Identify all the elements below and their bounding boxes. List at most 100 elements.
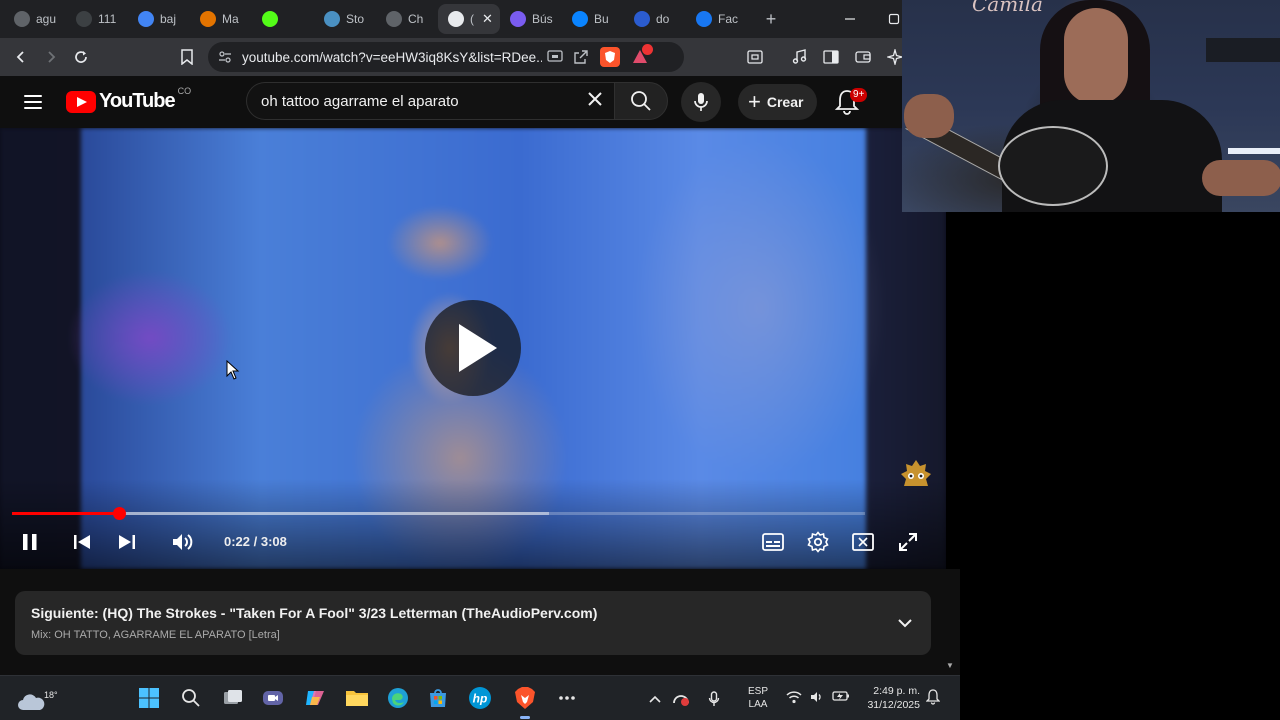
subtitles-icon bbox=[762, 533, 784, 551]
expand-playlist-button[interactable] bbox=[895, 613, 915, 633]
create-label: Crear bbox=[766, 94, 804, 110]
browser-tab-5[interactable]: Sto bbox=[314, 4, 376, 34]
sidebar-button[interactable] bbox=[816, 42, 846, 72]
up-next-panel[interactable]: Siguiente: (HQ) The Strokes - "Taken For… bbox=[15, 591, 931, 655]
browser-tab-3[interactable]: Ma bbox=[190, 4, 252, 34]
file-explorer-button[interactable] bbox=[342, 683, 372, 713]
browser-tab-0[interactable]: agu bbox=[4, 4, 66, 34]
cloud-icon bbox=[18, 694, 45, 710]
cast-icon bbox=[547, 50, 563, 62]
search-button[interactable] bbox=[614, 82, 668, 120]
language-code: ESP bbox=[748, 686, 769, 697]
settings-button[interactable] bbox=[802, 526, 834, 558]
wallet-button[interactable] bbox=[848, 42, 878, 72]
folder-icon bbox=[346, 691, 368, 706]
subtitles-button[interactable] bbox=[757, 526, 789, 558]
brave-lion-icon bbox=[515, 687, 535, 709]
browser-tab-1[interactable]: 111 bbox=[66, 4, 128, 34]
progress-bar[interactable] bbox=[12, 507, 865, 520]
tiktok-icon bbox=[76, 11, 92, 27]
copilot-icon bbox=[306, 691, 324, 705]
forward-button[interactable] bbox=[36, 42, 66, 72]
bookmark-icon bbox=[181, 49, 193, 65]
bookmark-button[interactable] bbox=[172, 42, 202, 72]
browser-tab-6[interactable]: Ch bbox=[376, 4, 438, 34]
microsoft-store-button[interactable] bbox=[423, 683, 453, 713]
teams-chat-button[interactable] bbox=[258, 683, 288, 713]
task-view-button[interactable] bbox=[218, 683, 248, 713]
browser-tab-4[interactable] bbox=[252, 4, 314, 34]
browser-extension-tools bbox=[740, 42, 910, 72]
windows-logo-icon bbox=[139, 688, 159, 708]
player-controls: 0:22 / 3:08 bbox=[0, 524, 946, 560]
more-horizontal-icon bbox=[559, 696, 575, 700]
browser-tab-11[interactable]: Fac bbox=[686, 4, 748, 34]
up-next-title[interactable]: Siguiente: (HQ) The Strokes - "Taken For… bbox=[31, 605, 597, 621]
edge-browser-button[interactable] bbox=[383, 683, 413, 713]
next-button[interactable] bbox=[111, 526, 143, 558]
svg-text:hp: hp bbox=[473, 692, 488, 706]
network-status-icon[interactable] bbox=[672, 691, 690, 707]
chevron-up-icon[interactable] bbox=[648, 694, 662, 704]
led-light-strip bbox=[1228, 148, 1280, 154]
search-query[interactable]: oh tattoo agarrame el aparato bbox=[261, 93, 576, 110]
pause-icon bbox=[23, 534, 37, 550]
create-button[interactable]: + Crear bbox=[738, 84, 818, 120]
guide-menu-button[interactable] bbox=[18, 88, 48, 116]
taskbar-clock[interactable]: 2:49 p. m. 31/12/2025 bbox=[858, 684, 920, 712]
reload-icon bbox=[75, 51, 87, 63]
notification-center-button[interactable] bbox=[925, 689, 941, 710]
scroll-down-arrow-icon[interactable]: ▼ bbox=[946, 661, 954, 670]
share-button[interactable] bbox=[568, 44, 594, 70]
miniplayer-icon bbox=[852, 533, 874, 551]
voice-search-button[interactable] bbox=[681, 82, 721, 122]
youtube-logo[interactable]: YouTube CO bbox=[66, 86, 191, 113]
site-settings-icon[interactable] bbox=[218, 50, 232, 64]
new-tab-button[interactable]: + bbox=[756, 4, 786, 34]
cast-button[interactable] bbox=[542, 44, 568, 70]
media-controls-button[interactable] bbox=[784, 42, 814, 72]
up-next-playlist[interactable]: Mix: OH TATTO, AGARRAME EL APARATO [Letr… bbox=[31, 629, 280, 641]
miniplayer-button[interactable] bbox=[847, 526, 879, 558]
brave-shields-button[interactable] bbox=[600, 47, 620, 67]
fullscreen-button[interactable] bbox=[892, 526, 924, 558]
start-button[interactable] bbox=[134, 683, 164, 713]
browser-tab-7[interactable]: (✕ bbox=[438, 4, 500, 34]
strumming-hand bbox=[1202, 160, 1280, 196]
search-input[interactable]: oh tattoo agarrame el aparato bbox=[246, 82, 614, 120]
person-face bbox=[1064, 8, 1128, 104]
taskbar-search-button[interactable] bbox=[176, 683, 206, 713]
brave-rewards-button[interactable] bbox=[630, 44, 653, 67]
reload-button[interactable] bbox=[66, 42, 96, 72]
quick-settings[interactable] bbox=[786, 690, 850, 704]
copilot-button[interactable] bbox=[300, 683, 330, 713]
screenshot-button[interactable] bbox=[740, 42, 770, 72]
search-icon bbox=[631, 91, 651, 111]
brave-browser-button[interactable] bbox=[510, 683, 540, 719]
video-player[interactable]: 0:22 / 3:08 bbox=[0, 128, 946, 569]
mute-button[interactable] bbox=[167, 526, 199, 558]
address-bar[interactable]: youtube.com/watch?v=eeHW3iq8KsY&list=RDe… bbox=[208, 42, 684, 72]
browser-tab-2[interactable]: baj bbox=[128, 4, 190, 34]
hp-app-button[interactable]: hp bbox=[465, 683, 495, 713]
big-play-button[interactable] bbox=[425, 300, 521, 396]
microphone-icon[interactable] bbox=[708, 691, 720, 707]
channel-watermark-icon[interactable] bbox=[898, 458, 934, 492]
volume-icon bbox=[811, 692, 821, 702]
window-minimize-button[interactable] bbox=[828, 0, 872, 38]
input-language-indicator[interactable]: ESP LAA bbox=[748, 685, 768, 711]
browser-tab-10[interactable]: do bbox=[624, 4, 686, 34]
browser-tab-9[interactable]: Bu bbox=[562, 4, 624, 34]
clear-search-button[interactable] bbox=[576, 90, 614, 113]
weather-widget[interactable]: 18° bbox=[14, 682, 58, 714]
more-apps-button[interactable] bbox=[552, 683, 582, 713]
pause-button[interactable] bbox=[14, 526, 46, 558]
close-icon bbox=[588, 91, 602, 106]
url-text[interactable]: youtube.com/watch?v=eeHW3iq8KsY&list=RDe… bbox=[242, 50, 542, 65]
tab-close-icon[interactable]: ✕ bbox=[482, 11, 493, 27]
previous-button[interactable] bbox=[66, 526, 98, 558]
brave-talk-icon bbox=[200, 11, 216, 27]
back-button[interactable] bbox=[6, 42, 36, 72]
browser-tab-8[interactable]: Bús bbox=[500, 4, 562, 34]
youtube-header: YouTube CO oh tattoo agarrame el aparato… bbox=[0, 76, 904, 128]
